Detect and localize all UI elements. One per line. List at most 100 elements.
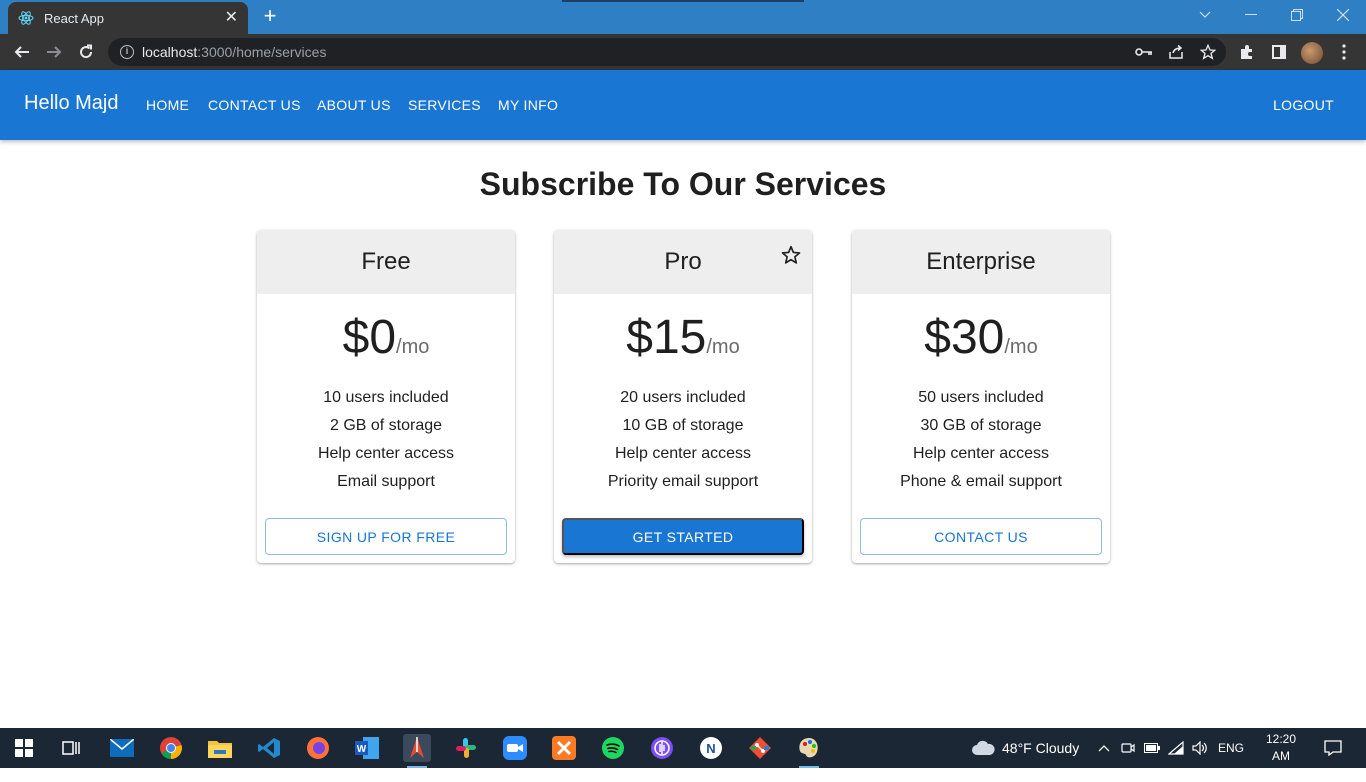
- feature-item: 10 GB of storage: [622, 417, 744, 434]
- card-header: Enterprise: [852, 230, 1110, 294]
- paint-icon[interactable]: [795, 734, 823, 768]
- close-window-icon[interactable]: [1320, 0, 1366, 30]
- firefox-icon[interactable]: [304, 734, 332, 762]
- card-header: Pro: [554, 230, 812, 294]
- feature-item: Email support: [337, 473, 435, 490]
- feature-item: 10 users included: [323, 389, 449, 406]
- plan-card-pro: Pro $15/mo 20 users included 10 GB of st…: [554, 230, 812, 563]
- svg-text:W: W: [357, 744, 367, 755]
- podcast-icon[interactable]: [648, 734, 676, 762]
- language-indicator[interactable]: ENG: [1218, 741, 1244, 755]
- minimize-icon[interactable]: [1228, 0, 1274, 30]
- plan-name: Pro: [664, 248, 702, 275]
- feature-item: Help center access: [317, 445, 455, 462]
- new-tab-icon[interactable]: +: [258, 5, 282, 29]
- start-icon[interactable]: [10, 734, 38, 762]
- word-icon[interactable]: W: [353, 734, 381, 762]
- volume-icon[interactable]: [1190, 734, 1210, 762]
- contact-us-button[interactable]: CONTACT US: [860, 518, 1102, 555]
- price-amount: $0: [342, 311, 397, 364]
- notes-icon[interactable]: N: [697, 734, 725, 762]
- clock-time: 12:20 AM: [1265, 732, 1297, 763]
- weather-text[interactable]: 48°F Cloudy: [1002, 740, 1079, 756]
- key-icon[interactable]: [1134, 42, 1154, 62]
- price-period: /mo: [1004, 336, 1038, 358]
- side-panel-icon[interactable]: [1269, 42, 1289, 62]
- tab-close-icon[interactable]: ✕: [225, 10, 238, 26]
- tab-search-icon[interactable]: [1182, 0, 1228, 30]
- forward-icon[interactable]: [42, 40, 66, 64]
- browser-toolbar: i localhost:3000/home/services: [0, 34, 1366, 70]
- sign-up-free-button[interactable]: SIGN UP FOR FREE: [265, 518, 507, 555]
- logout-button[interactable]: LOGOUT: [1273, 97, 1334, 113]
- get-started-button[interactable]: GET STARTED: [562, 518, 804, 555]
- restore-icon[interactable]: [1274, 0, 1320, 30]
- menu-icon[interactable]: [1334, 42, 1354, 62]
- feature-list: 20 users included 10 GB of storage Help …: [554, 386, 812, 498]
- feature-item: 20 users included: [620, 389, 746, 406]
- price-amount: $30: [924, 311, 1005, 364]
- meet-now-icon[interactable]: [1118, 734, 1138, 762]
- windows-taskbar: W N 48°F Cloudy ENG 12:20 AM 3/5/2022: [0, 728, 1366, 780]
- slack-icon[interactable]: [452, 734, 480, 762]
- feature-item: 30 GB of storage: [920, 417, 1042, 434]
- site-info-icon[interactable]: i: [120, 45, 134, 59]
- feature-item: Help center access: [614, 445, 752, 462]
- react-icon: [18, 10, 34, 26]
- browser-tab-strip: React App ✕ +: [0, 0, 1366, 34]
- battery-icon[interactable]: [1142, 734, 1162, 762]
- git-client-icon[interactable]: [403, 734, 431, 768]
- bookmark-star-icon[interactable]: [1198, 42, 1218, 62]
- vscode-icon[interactable]: [255, 734, 283, 762]
- cloud-icon[interactable]: [970, 734, 996, 762]
- price-period: /mo: [706, 336, 740, 358]
- mail-icon[interactable]: [108, 734, 136, 762]
- profile-avatar[interactable]: [1301, 42, 1323, 64]
- tabstrip-accent: [562, 0, 804, 2]
- price-period: /mo: [396, 336, 430, 358]
- feature-item: 50 users included: [918, 389, 1044, 406]
- nav-my-info[interactable]: MY INFO: [498, 97, 558, 113]
- plan-card-free: Free $0/mo 10 users included 2 GB of sto…: [257, 230, 515, 563]
- chevron-up-icon[interactable]: [1095, 734, 1113, 762]
- system-clock[interactable]: 12:20 AM 3/5/2022: [1256, 731, 1306, 782]
- git-icon[interactable]: [746, 734, 774, 762]
- browser-tab[interactable]: React App ✕: [8, 2, 248, 34]
- reload-icon[interactable]: [74, 40, 98, 64]
- wifi-icon[interactable]: [1166, 734, 1186, 762]
- spotify-icon[interactable]: [599, 734, 627, 762]
- url-host: localhost: [142, 44, 198, 60]
- tab-title: React App: [44, 10, 104, 26]
- star-icon: [780, 244, 802, 266]
- back-icon[interactable]: [10, 40, 34, 64]
- brand-title: Hello Majd: [24, 92, 119, 114]
- card-header: Free: [257, 230, 515, 294]
- feature-item: 2 GB of storage: [329, 417, 443, 434]
- file-explorer-icon[interactable]: [206, 734, 234, 762]
- task-view-icon[interactable]: [57, 734, 85, 762]
- svg-text:N: N: [706, 741, 715, 756]
- url-path: :3000/home/services: [197, 44, 327, 60]
- plan-card-enterprise: Enterprise $30/mo 50 users included 30 G…: [852, 230, 1110, 563]
- nav-about-us[interactable]: ABOUT US: [317, 97, 391, 113]
- app-bar: Hello Majd HOME CONTACT US ABOUT US SERV…: [0, 70, 1366, 140]
- zoom-icon[interactable]: [501, 734, 529, 762]
- plan-price: $15/mo: [554, 310, 812, 366]
- plan-price: $0/mo: [257, 310, 515, 366]
- page-title: Subscribe To Our Services: [479, 166, 887, 202]
- feature-list: 50 users included 30 GB of storage Help …: [852, 386, 1110, 498]
- feature-item: Priority email support: [607, 473, 759, 490]
- plan-name: Free: [361, 248, 411, 275]
- chrome-icon[interactable]: [157, 734, 185, 762]
- address-bar[interactable]: i localhost:3000/home/services: [108, 38, 1226, 66]
- nav-services[interactable]: SERVICES: [408, 97, 481, 113]
- notification-icon[interactable]: [1322, 734, 1344, 762]
- nav-contact-us[interactable]: CONTACT US: [208, 97, 301, 113]
- feature-item: Phone & email support: [900, 473, 1062, 490]
- xampp-icon[interactable]: [550, 734, 578, 762]
- nav-home[interactable]: HOME: [146, 97, 189, 113]
- extensions-icon[interactable]: [1237, 42, 1257, 62]
- plan-price: $30/mo: [852, 310, 1110, 366]
- plan-name: Enterprise: [926, 248, 1036, 275]
- share-icon[interactable]: [1166, 42, 1186, 62]
